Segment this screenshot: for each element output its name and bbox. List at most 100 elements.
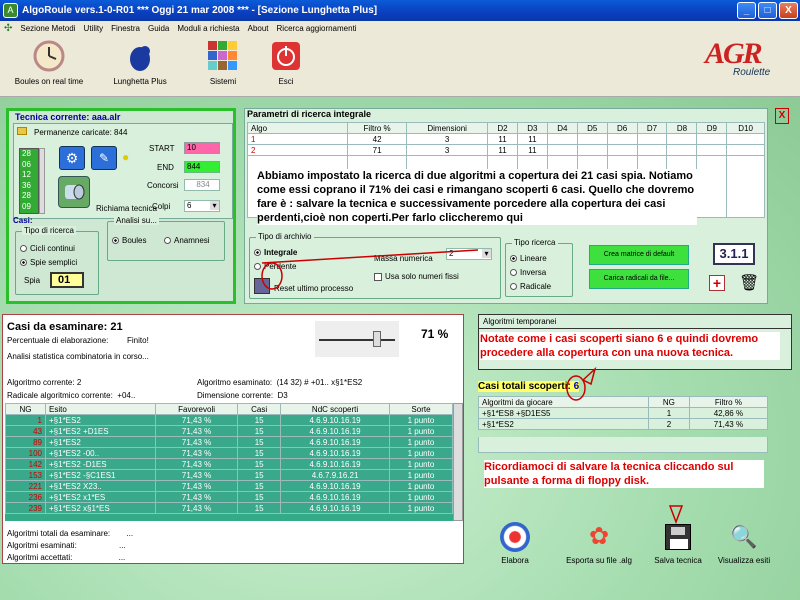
radio-icon [20, 259, 27, 267]
spie-list[interactable]: 28 06 12 36 28 09 [19, 148, 39, 214]
target-icon [500, 522, 530, 552]
menu-guida[interactable]: Guida [148, 24, 169, 33]
cell [726, 144, 765, 156]
floppy-disk-icon [665, 524, 691, 550]
col-header: D5 [576, 122, 608, 134]
cell [546, 133, 578, 145]
table-row[interactable]: 153 +§1*ES2 -§C1ES1 71,43 % 15 4.6.7.9.16.21… [5, 469, 453, 481]
table-row[interactable]: 221 +§1*ES2 X23.. 71,43 % 15 4.6.9.10.16.19 1… [5, 480, 453, 492]
salva-tecnica-button[interactable]: Salva tecnica [650, 522, 706, 565]
list-item[interactable]: 06 [20, 160, 38, 171]
table-row[interactable]: 236 +§1*ES2 x1*ES 71,43 % 15 4.6.9.10.16.19 1… [5, 491, 453, 503]
perdente-radio[interactable]: Perdente [254, 262, 296, 271]
cell: +§1*ES2 [478, 418, 649, 430]
table-row[interactable]: +§1*ES2 2 71,43 % [478, 418, 769, 430]
table-row[interactable]: 1 42 3 11 11 [247, 133, 765, 145]
cell: 4.6.9.10.16.19 [280, 491, 390, 503]
list-item[interactable]: 28 [20, 191, 38, 202]
cell: 71,43 % [154, 458, 239, 470]
esiti-scrollbar[interactable] [453, 403, 463, 521]
edit-icon[interactable]: ✎ [91, 146, 117, 170]
list-item[interactable]: 12 [20, 170, 38, 181]
table-row[interactable]: 239 +§1*ES2 x§1*ES 71,43 % 15 4.6.9.10.16.19… [5, 502, 453, 514]
cell [576, 133, 608, 145]
add-button[interactable]: + [709, 275, 725, 291]
menu-about[interactable]: About [248, 24, 269, 33]
close-panel-button[interactable]: X [775, 108, 789, 124]
spie-radio[interactable]: Spie semplici [20, 258, 77, 267]
giocare-table: Algoritmi da giocare NG Filtro % +§1*ES8 +… [478, 396, 769, 430]
radicale-row: Radicale algoritmico corrente: +04.. [7, 391, 135, 400]
colpi-select[interactable]: 6 ▾ [184, 200, 220, 212]
menu-sezione-metodi[interactable]: Sezione Metodi [20, 24, 75, 33]
esporta-button[interactable]: ✿ Esporta su file .alg [560, 522, 638, 565]
elabora-button[interactable]: Elabora [494, 522, 536, 565]
gear-icon[interactable]: ⚙ [59, 146, 85, 170]
list-item[interactable]: 36 [20, 181, 38, 192]
list-item[interactable]: 28 [20, 149, 38, 160]
richiama-label[interactable]: Richiama tecnica [96, 204, 157, 213]
esam-label: Algoritmi esaminati: [7, 541, 77, 550]
menu-utility[interactable]: Utility [84, 24, 104, 33]
app-icon[interactable]: A [3, 3, 18, 18]
integrale-radio[interactable]: Integrale [254, 248, 297, 257]
radicale-radio[interactable]: Radicale [510, 282, 551, 291]
progress-slider[interactable] [315, 321, 399, 357]
table-row[interactable]: 1 +§1*ES2 71,43 % 15 4.6.9.10.16.19 1 punto [5, 414, 453, 426]
reset-label[interactable]: Reset ultimo processo [274, 284, 353, 293]
start-field[interactable]: 10 [184, 142, 220, 154]
sistemi-button[interactable]: Sistemi [198, 39, 248, 86]
richiama-icon[interactable] [58, 176, 90, 208]
carica-radicali-button[interactable]: Carica radicali da file... [589, 269, 689, 289]
salva-label: Salva tecnica [654, 556, 702, 565]
tot-value: ... [126, 529, 134, 538]
maximize-button[interactable]: □ [758, 2, 777, 19]
table-row[interactable]: 43 +§1*ES2 +D1ES 71,43 % 15 4.6.9.10.16.19 1 … [5, 425, 453, 437]
lineare-radio[interactable]: Lineare [510, 254, 547, 263]
visualizza-esiti-button[interactable]: 🔍 Visualizza esiti [712, 522, 776, 565]
table-row[interactable]: +§1*ES8 +§D1ES5 1 42,86 % [478, 407, 769, 419]
cell: 1 punto [388, 425, 453, 437]
folder-icon[interactable] [17, 127, 27, 135]
menu-moduli[interactable]: Moduli a richiesta [177, 24, 239, 33]
scoperti-label: Casi totali scoperti: [478, 381, 571, 392]
cicli-radio[interactable]: Cicli continui [20, 244, 75, 253]
radio-icon [20, 245, 27, 253]
cell: 15 [237, 447, 282, 459]
algo-corr-value: 2 [76, 378, 82, 387]
table-row[interactable]: 100 +§1*ES2 -00.. 71,43 % 15 4.6.9.10.16.19 1… [5, 447, 453, 459]
trash-icon[interactable]: 🗑 [739, 273, 759, 293]
app-menu-icon[interactable]: ✣ [4, 23, 12, 34]
parametri-title: Parametri di ricerca integrale [247, 109, 372, 119]
table-row[interactable]: 89 +§1*ES2 71,43 % 15 4.6.9.10.16.19 1 punto [5, 436, 453, 448]
cell [696, 155, 728, 218]
col-header: Dimensioni [406, 122, 489, 134]
cell: 42 [346, 133, 408, 145]
menu-finestra[interactable]: Finestra [111, 24, 140, 33]
bulb-icon[interactable]: ● [122, 150, 129, 164]
close-button[interactable]: X [779, 2, 798, 19]
cell: 1 punto [388, 414, 453, 426]
list-item[interactable]: 09 [20, 202, 38, 213]
minimize-button[interactable]: _ [737, 2, 756, 19]
inversa-radio[interactable]: Inversa [510, 268, 546, 277]
boules-radio[interactable]: Boules [112, 236, 146, 245]
table-row[interactable]: 142 +§1*ES2 -D1ES 71,43 % 15 4.6.9.10.16.19 1… [5, 458, 453, 470]
anamnesi-radio[interactable]: Anamnesi [164, 236, 210, 245]
boules-button[interactable]: Boules on real time [4, 39, 94, 86]
esiti-table: NG Esito Favorevoli Casi NdC scoperti Sorte 1… [5, 403, 453, 514]
crea-matrice-button[interactable]: Crea matrice di default [589, 245, 689, 265]
end-field[interactable]: 844 [184, 161, 220, 173]
table-row[interactable]: 2 71 3 11 11 [247, 144, 765, 156]
algo-esam-row: Algoritmo esaminato: (14 32) # +01.. x§1… [197, 378, 362, 387]
chevron-down-icon: ▾ [210, 201, 219, 210]
massa-select[interactable]: 2 ▾ [446, 248, 492, 260]
esporta-label: Esporta su file .alg [566, 556, 632, 565]
spia-field[interactable]: 01 [50, 272, 84, 288]
reset-icon[interactable] [254, 278, 270, 294]
solo-checkbox[interactable]: Usa solo numeri fissi [374, 272, 459, 281]
list-scrollbar[interactable] [39, 148, 45, 214]
lunghetta-button[interactable]: Lunghetta Plus [100, 39, 180, 86]
esci-button[interactable]: Esci [266, 39, 306, 86]
menu-ricerca-aggiornamenti[interactable]: Ricerca aggiornamenti [277, 24, 357, 33]
